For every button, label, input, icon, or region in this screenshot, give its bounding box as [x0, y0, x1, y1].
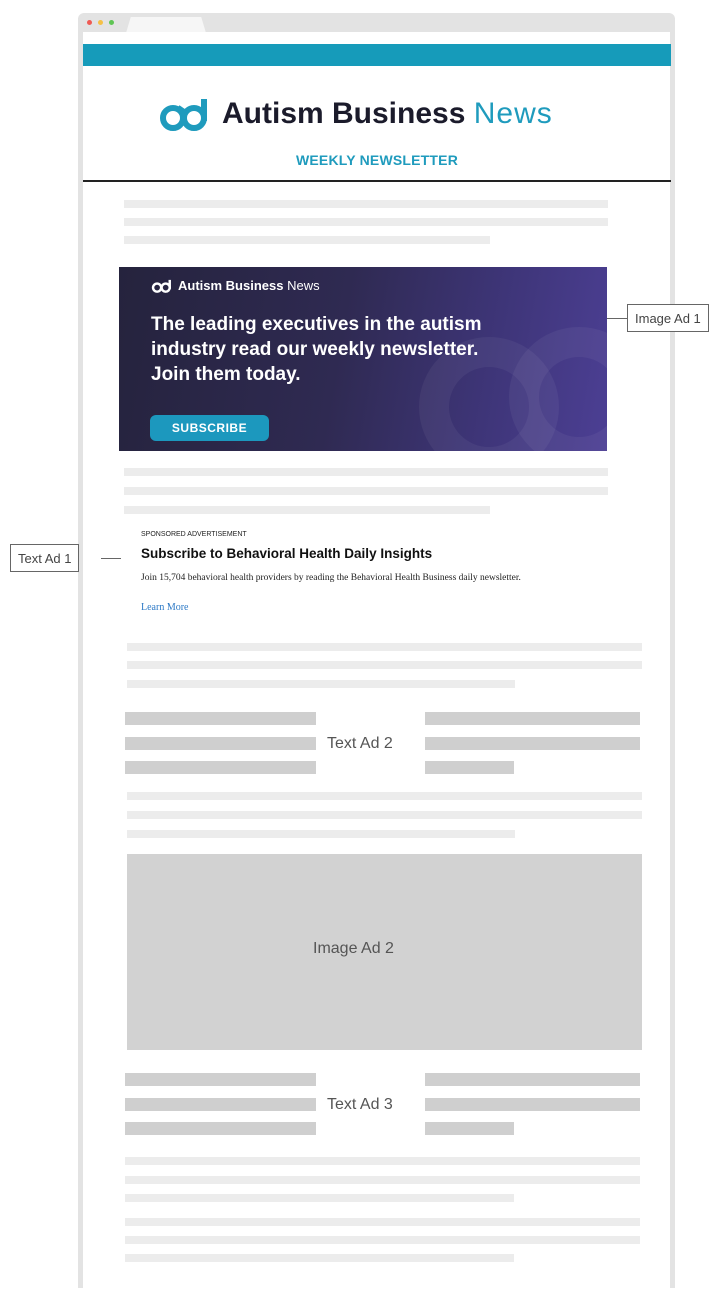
placeholder-bar	[125, 761, 316, 774]
callout-text-ad-2: Text Ad 2	[327, 735, 393, 752]
placeholder-line	[125, 1176, 640, 1184]
image-ad-1-banner[interactable]: Autism Business News The leading executi…	[119, 267, 607, 451]
callout-connector	[607, 318, 628, 319]
placeholder-bar	[425, 1122, 514, 1135]
callout-image-ad-2: Image Ad 2	[313, 940, 394, 957]
placeholder-bar	[125, 712, 316, 725]
newsletter-logo: Autism Business News	[158, 96, 553, 132]
placeholder-bar	[425, 761, 514, 774]
newsletter-subtitle: WEEKLY NEWSLETTER	[295, 152, 459, 168]
browser-tab[interactable]	[126, 17, 206, 33]
maximize-window-dot[interactable]	[109, 20, 114, 25]
banner-brand-bold: Autism Business	[178, 278, 284, 293]
placeholder-bar	[125, 737, 316, 750]
sponsored-label: SPONSORED ADVERTISEMENT	[141, 531, 247, 538]
learn-more-link[interactable]: Learn More	[141, 602, 188, 613]
callout-text-ad-1: Text Ad 1	[10, 544, 80, 572]
placeholder-line	[125, 1194, 514, 1202]
placeholder-line	[124, 506, 490, 514]
brand-name-light: News	[473, 97, 553, 130]
text-ad-1-title[interactable]: Subscribe to Behavioral Health Daily Ins…	[141, 546, 432, 561]
placeholder-bar	[425, 712, 640, 725]
placeholder-line	[127, 661, 642, 669]
placeholder-line	[127, 680, 515, 688]
placeholder-line	[125, 1157, 640, 1165]
banner-logo: Autism Business News	[151, 278, 320, 293]
ab-logo-icon	[160, 99, 207, 131]
subscribe-button[interactable]: SUBSCRIBE	[150, 415, 269, 441]
placeholder-line	[127, 811, 642, 819]
header-color-bar	[83, 44, 671, 66]
placeholder-line	[125, 1254, 514, 1262]
placeholder-bar	[425, 1073, 640, 1086]
placeholder-line	[125, 1236, 640, 1244]
text-ad-1-body: Join 15,704 behavioral health providers …	[141, 573, 521, 583]
placeholder-line	[124, 468, 608, 476]
callout-text-ad-3: Text Ad 3	[327, 1096, 393, 1113]
brand-name-bold: Autism Business	[222, 97, 466, 130]
placeholder-bar	[125, 1073, 316, 1086]
placeholder-bar	[125, 1098, 316, 1111]
callout-connector	[101, 558, 121, 559]
placeholder-bar	[125, 1122, 316, 1135]
placeholder-line	[127, 830, 515, 838]
placeholder-bar	[425, 737, 640, 750]
placeholder-line	[124, 218, 608, 226]
banner-headline: The leading executives in the autism ind…	[151, 314, 482, 385]
close-window-dot[interactable]	[87, 20, 92, 25]
ab-logo-icon	[151, 279, 171, 293]
minimize-window-dot[interactable]	[98, 20, 103, 25]
callout-image-ad-1: Image Ad 1	[627, 304, 709, 332]
placeholder-line	[124, 200, 608, 208]
header-divider	[83, 180, 671, 182]
placeholder-line	[124, 236, 490, 244]
placeholder-line	[125, 1218, 640, 1226]
placeholder-line	[127, 643, 642, 651]
banner-brand-light: News	[287, 278, 320, 293]
placeholder-line	[127, 792, 642, 800]
placeholder-line	[124, 487, 608, 495]
placeholder-bar	[425, 1098, 640, 1111]
